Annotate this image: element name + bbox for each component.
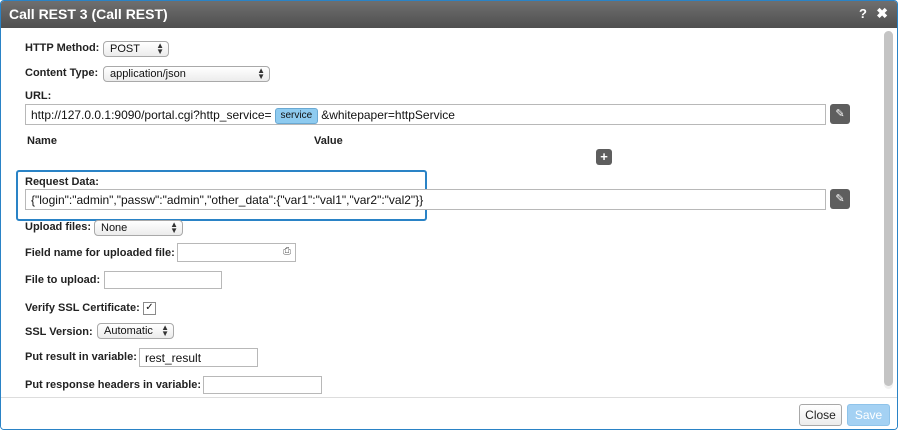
result-var-label: Put result in variable: <box>25 351 137 363</box>
result-var-value: rest_result <box>145 351 202 365</box>
file-to-upload-label: File to upload: <box>25 274 101 286</box>
chevron-updown-icon: ▲ ▼ <box>257 66 265 81</box>
url-label: URL: <box>25 90 52 102</box>
params-name-header: Name <box>27 135 57 147</box>
field-name-uploaded-input[interactable]: ⎙ <box>177 243 296 262</box>
content-type-value: application/json <box>110 68 186 80</box>
add-param-button[interactable]: + <box>596 149 612 165</box>
dialog-title: Call REST 3 (Call REST) <box>9 6 168 22</box>
content-scrollbar[interactable] <box>884 31 893 389</box>
content-type-label: Content Type: <box>25 67 99 79</box>
headers-var-input[interactable] <box>203 376 322 394</box>
ssl-version-value: Automatic <box>104 325 153 337</box>
result-var-input[interactable]: rest_result <box>139 348 258 367</box>
close-icon[interactable]: ✖ <box>876 5 888 22</box>
verify-ssl-checkbox[interactable]: ✓ <box>143 302 156 315</box>
request-data-input[interactable]: {"login":"admin","passw":"admin","other_… <box>25 189 826 210</box>
headers-var-label: Put response headers in variable: <box>25 379 202 391</box>
params-value-header: Value <box>314 135 343 147</box>
call-rest-dialog: Call REST 3 (Call REST) ? ✖ HTTP Method:… <box>0 0 898 430</box>
pencil-icon: ✎ <box>835 108 845 120</box>
verify-ssl-label: Verify SSL Certificate: <box>25 302 140 314</box>
http-method-value: POST <box>110 43 140 55</box>
url-edit-button[interactable]: ✎ <box>830 104 850 124</box>
request-data-value: {"login":"admin","passw":"admin","other_… <box>31 193 424 207</box>
field-name-uploaded-label: Field name for uploaded file: <box>25 247 175 259</box>
scrollbar-thumb[interactable] <box>884 31 893 386</box>
chevron-updown-icon: ▲ ▼ <box>170 220 178 235</box>
url-service-tag[interactable]: service <box>274 108 319 124</box>
dialog-titlebar[interactable]: Call REST 3 (Call REST) ? ✖ <box>1 1 897 28</box>
content-type-select[interactable]: application/json ▲ ▼ <box>103 66 270 82</box>
url-suffix: &whitepaper=httpService <box>321 108 455 123</box>
plus-icon: + <box>600 149 608 164</box>
help-icon[interactable]: ? <box>859 6 867 21</box>
ssl-version-label: SSL Version: <box>25 326 93 338</box>
url-prefix: http://127.0.0.1:9090/portal.cgi?http_se… <box>31 108 272 123</box>
upload-files-value: None <box>101 222 128 234</box>
upload-files-select[interactable]: None ▲ ▼ <box>94 220 183 236</box>
file-icon: ⎙ <box>283 246 291 257</box>
url-input[interactable]: http://127.0.0.1:9090/portal.cgi?http_se… <box>25 104 826 125</box>
save-button[interactable]: Save <box>847 404 890 426</box>
http-method-label: HTTP Method: <box>25 42 100 54</box>
pencil-icon: ✎ <box>835 193 845 205</box>
dialog-content: HTTP Method: POST ▲ ▼ Content Type: appli… <box>1 28 881 396</box>
dialog-footer: Close Save <box>1 397 897 429</box>
ssl-version-select[interactable]: Automatic ▲ ▼ <box>97 323 174 339</box>
chevron-updown-icon: ▲ ▼ <box>161 323 169 338</box>
http-method-select[interactable]: POST ▲ ▼ <box>103 41 169 57</box>
request-data-label: Request Data: <box>25 176 99 188</box>
checkmark-icon: ✓ <box>145 302 154 313</box>
chevron-updown-icon: ▲ ▼ <box>156 41 164 56</box>
request-data-edit-button[interactable]: ✎ <box>830 189 850 209</box>
upload-files-label: Upload files: <box>25 221 92 233</box>
file-to-upload-input[interactable] <box>104 271 222 289</box>
close-button[interactable]: Close <box>799 404 842 426</box>
